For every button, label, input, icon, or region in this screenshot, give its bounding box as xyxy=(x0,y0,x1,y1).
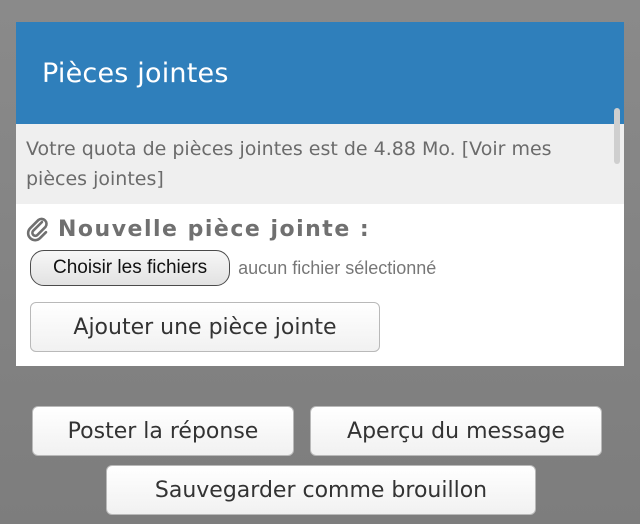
panel-title: Pièces jointes xyxy=(42,57,229,89)
quota-info: Votre quota de pièces jointes est de 4.8… xyxy=(16,124,624,204)
scrollbar-thumb[interactable] xyxy=(614,108,620,164)
choose-files-button[interactable]: Choisir les fichiers xyxy=(30,250,231,286)
quota-text: Votre quota de pièces jointes est de 4.8… xyxy=(26,138,456,160)
save-draft-button[interactable]: Sauvegarder comme brouillon xyxy=(106,465,536,515)
preview-message-button[interactable]: Aperçu du message xyxy=(310,406,602,456)
new-attachment-heading: Nouvelle pièce jointe : xyxy=(26,216,624,242)
file-input-row: Choisir les fichiers aucun fichier sélec… xyxy=(30,250,624,286)
secondary-actions: Sauvegarder comme brouillon xyxy=(106,465,536,515)
panel-header: Pièces jointes xyxy=(16,22,624,124)
new-attachment-label: Nouvelle pièce jointe : xyxy=(58,216,371,242)
attachments-panel: Pièces jointes Votre quota de pièces joi… xyxy=(16,22,624,366)
post-reply-button[interactable]: Poster la réponse xyxy=(32,406,294,456)
primary-actions: Poster la réponse Aperçu du message xyxy=(32,406,602,456)
file-status-text: aucun fichier sélectionné xyxy=(238,257,437,278)
add-attachment-button[interactable]: Ajouter une pièce jointe xyxy=(30,302,380,352)
paperclip-icon xyxy=(26,217,48,242)
